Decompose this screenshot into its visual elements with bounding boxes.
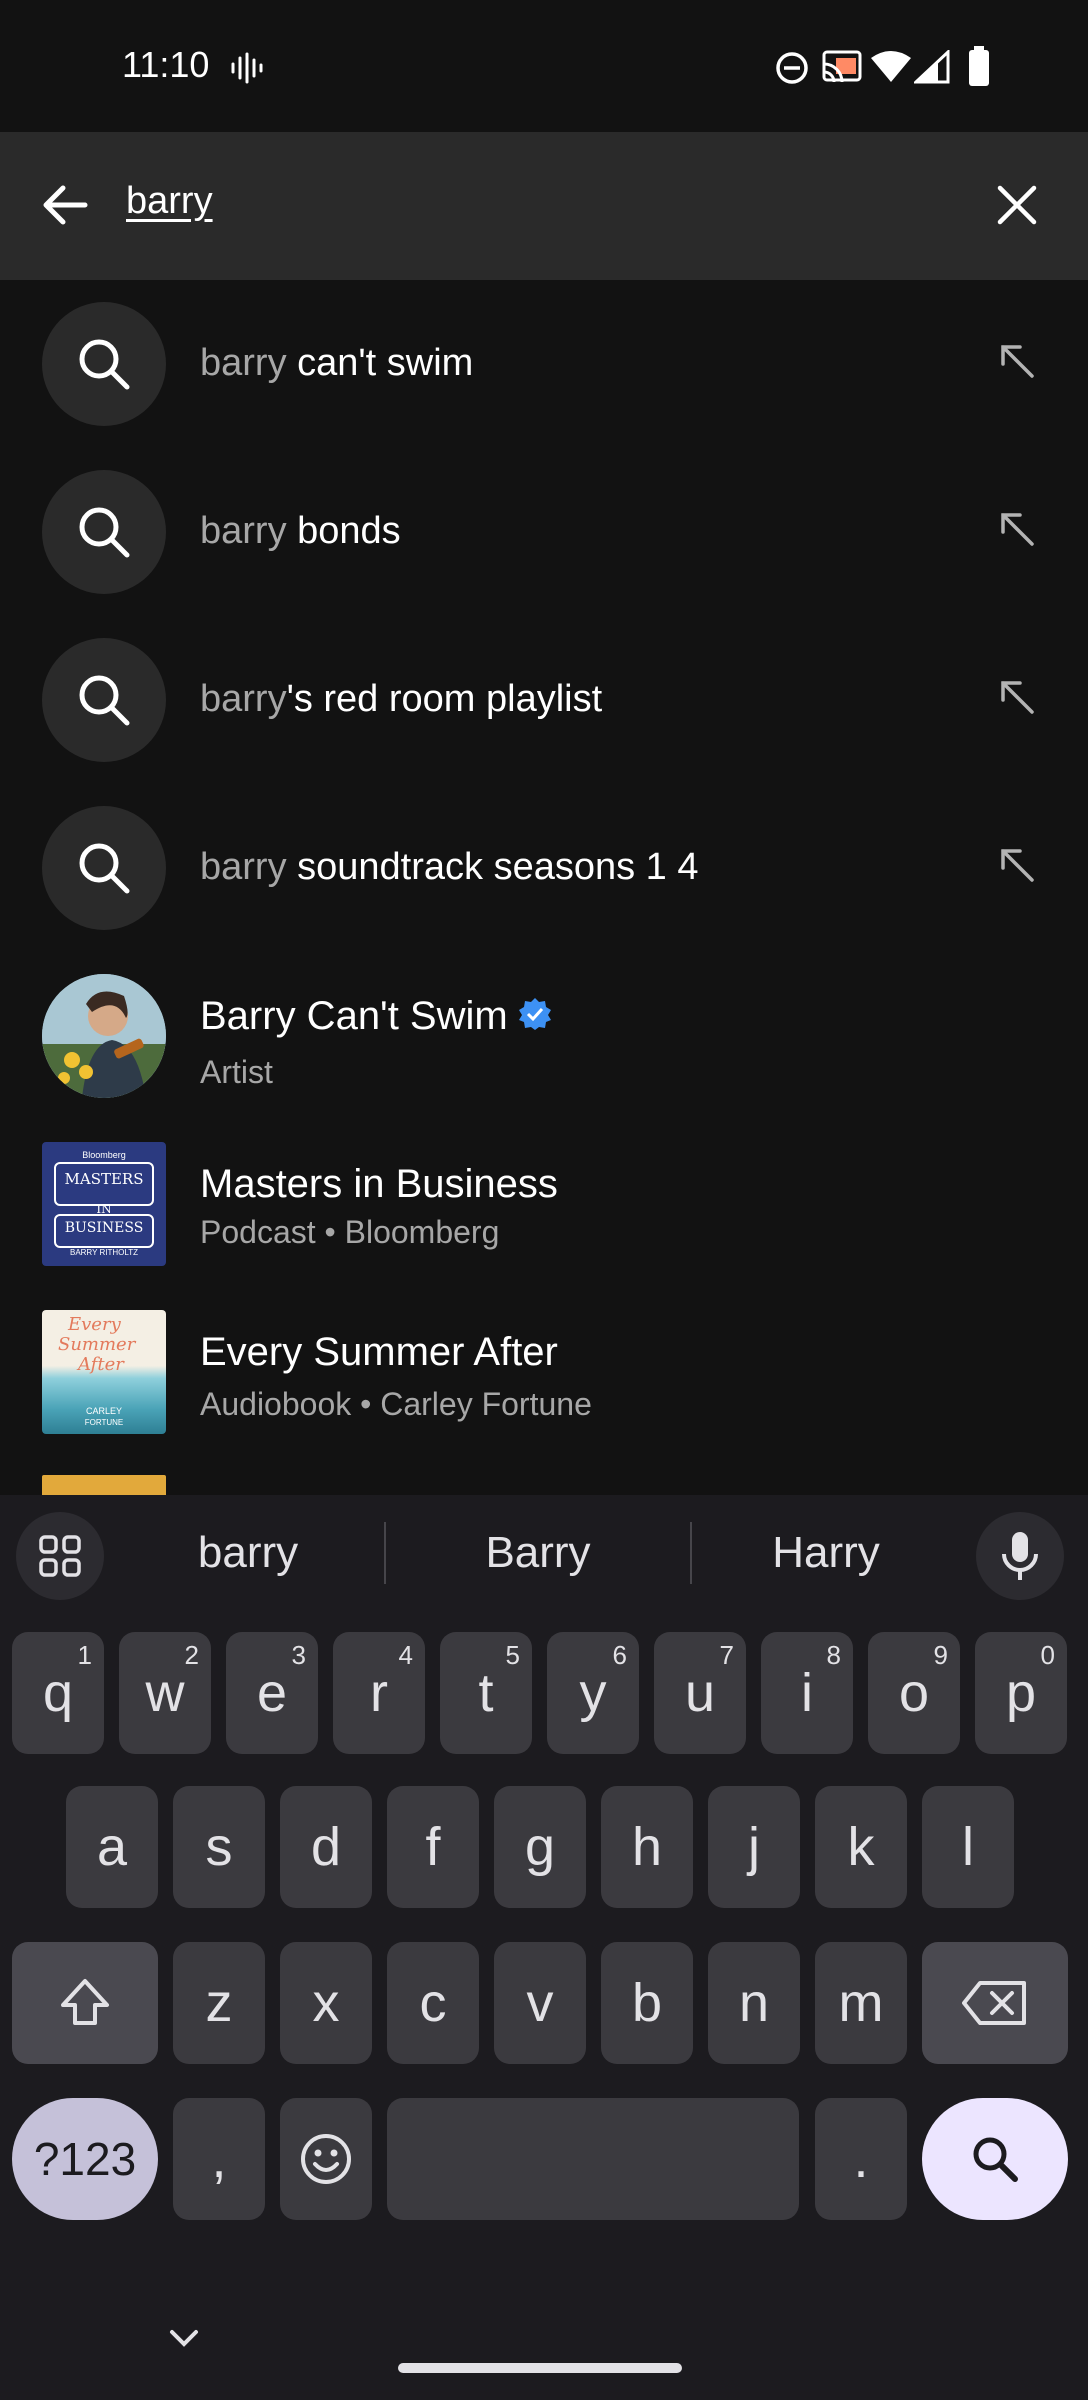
suggestion-item[interactable]: barry's red room playlist xyxy=(0,616,1088,784)
keyboard-suggestion[interactable]: Barry xyxy=(408,1528,668,1578)
podcast-cover: Bloomberg MASTERS IN BUSINESS BARRY RITH… xyxy=(42,1142,166,1266)
key-k[interactable]: k xyxy=(815,1786,907,1908)
close-icon xyxy=(997,185,1037,225)
do-not-disturb-icon xyxy=(774,50,810,91)
status-time: 11:10 xyxy=(122,44,210,85)
partial-result-thumbnail xyxy=(42,1475,166,1495)
search-icon xyxy=(973,2137,1018,2182)
search-action-key[interactable] xyxy=(922,2098,1068,2220)
search-icon xyxy=(42,470,166,594)
clear-search-button[interactable] xyxy=(982,170,1052,240)
key-g[interactable]: g xyxy=(494,1786,586,1908)
key-c[interactable]: c xyxy=(387,1942,479,2064)
result-title: Barry Can't Swim xyxy=(200,994,552,1041)
artist-avatar xyxy=(42,974,166,1098)
fill-query-arrow-icon[interactable] xyxy=(992,840,1042,890)
backspace-icon xyxy=(962,1981,1026,2025)
key-a[interactable]: a xyxy=(66,1786,158,1908)
result-subtitle: Artist xyxy=(200,1054,273,1090)
emoji-key[interactable] xyxy=(280,2098,372,2220)
voice-input-button[interactable] xyxy=(976,1512,1064,1600)
chevron-down-icon xyxy=(170,2330,198,2347)
status-bar: 11:10 xyxy=(0,0,1088,132)
result-artist[interactable]: Barry Can't Swim Artist xyxy=(0,952,1088,1120)
key-s[interactable]: s xyxy=(173,1786,265,1908)
voice-activity-icon xyxy=(230,52,264,89)
key-period[interactable]: . xyxy=(815,2098,907,2220)
cast-icon xyxy=(822,50,862,89)
key-j[interactable]: j xyxy=(708,1786,800,1908)
keyboard-suggestion[interactable]: Harry xyxy=(696,1528,956,1578)
keyboard-suggestion[interactable]: barry xyxy=(118,1528,378,1578)
search-input[interactable]: barry xyxy=(126,180,213,223)
key-e[interactable]: e3 xyxy=(226,1632,318,1754)
backspace-key[interactable] xyxy=(922,1942,1068,2064)
result-subtitle: Audiobook • Carley Fortune xyxy=(200,1386,592,1422)
fill-query-arrow-icon[interactable] xyxy=(992,672,1042,722)
suggestion-item[interactable]: barry bonds xyxy=(0,448,1088,616)
fill-query-arrow-icon[interactable] xyxy=(992,504,1042,554)
key-y[interactable]: y6 xyxy=(547,1632,639,1754)
result-subtitle: Podcast • Bloomberg xyxy=(200,1214,500,1250)
key-u[interactable]: u7 xyxy=(654,1632,746,1754)
key-v[interactable]: v xyxy=(494,1942,586,2064)
key-d[interactable]: d xyxy=(280,1786,372,1908)
emoji-icon xyxy=(301,2134,351,2184)
keyboard-apps-button[interactable] xyxy=(16,1512,104,1600)
wifi-icon xyxy=(870,50,912,89)
home-gesture-bar[interactable] xyxy=(398,2363,682,2373)
key-p[interactable]: p0 xyxy=(975,1632,1067,1754)
key-comma[interactable]: , xyxy=(173,2098,265,2220)
search-icon xyxy=(42,302,166,426)
suggestion-label: barry bonds xyxy=(200,510,401,552)
search-icon xyxy=(42,638,166,762)
result-audiobook[interactable]: Every Summer After CARLEY FORTUNE Every … xyxy=(0,1288,1088,1456)
suggestion-label: barry can't swim xyxy=(200,342,474,384)
key-x[interactable]: x xyxy=(280,1942,372,2064)
suggestion-label: barry soundtrack seasons 1 4 xyxy=(200,846,699,888)
result-podcast[interactable]: Bloomberg MASTERS IN BUSINESS BARRY RITH… xyxy=(0,1120,1088,1288)
audiobook-cover: Every Summer After CARLEY FORTUNE xyxy=(42,1310,166,1434)
arrow-left-icon xyxy=(43,185,88,225)
result-title: Every Summer After xyxy=(200,1330,558,1374)
key-i[interactable]: i8 xyxy=(761,1632,853,1754)
key-l[interactable]: l xyxy=(922,1786,1014,1908)
hide-keyboard-button[interactable] xyxy=(160,2314,208,2362)
result-title: Masters in Business xyxy=(200,1162,558,1206)
suggestion-label: barry's red room playlist xyxy=(200,678,603,720)
cell-signal-icon xyxy=(912,48,950,89)
key-n[interactable]: n xyxy=(708,1942,800,2064)
symbols-key[interactable]: ?123 xyxy=(12,2098,158,2220)
key-o[interactable]: o9 xyxy=(868,1632,960,1754)
space-key[interactable] xyxy=(387,2098,799,2220)
grid-icon xyxy=(39,1535,81,1577)
verified-badge-icon xyxy=(518,996,552,1041)
key-t[interactable]: t5 xyxy=(440,1632,532,1754)
battery-icon xyxy=(968,46,990,91)
fill-query-arrow-icon[interactable] xyxy=(992,336,1042,386)
key-q[interactable]: q1 xyxy=(12,1632,104,1754)
key-w[interactable]: w2 xyxy=(119,1632,211,1754)
shift-icon xyxy=(61,1979,109,2025)
suggestion-item[interactable]: barry can't swim xyxy=(0,280,1088,448)
key-b[interactable]: b xyxy=(601,1942,693,2064)
key-r[interactable]: r4 xyxy=(333,1632,425,1754)
key-m[interactable]: m xyxy=(815,1942,907,2064)
shift-key[interactable] xyxy=(12,1942,158,2064)
back-button[interactable] xyxy=(30,170,100,240)
key-h[interactable]: h xyxy=(601,1786,693,1908)
key-f[interactable]: f xyxy=(387,1786,479,1908)
search-icon xyxy=(42,806,166,930)
key-z[interactable]: z xyxy=(173,1942,265,2064)
suggestion-divider xyxy=(690,1522,692,1584)
suggestion-item[interactable]: barry soundtrack seasons 1 4 xyxy=(0,784,1088,952)
microphone-icon xyxy=(1002,1532,1038,1580)
suggestion-divider xyxy=(384,1522,386,1584)
